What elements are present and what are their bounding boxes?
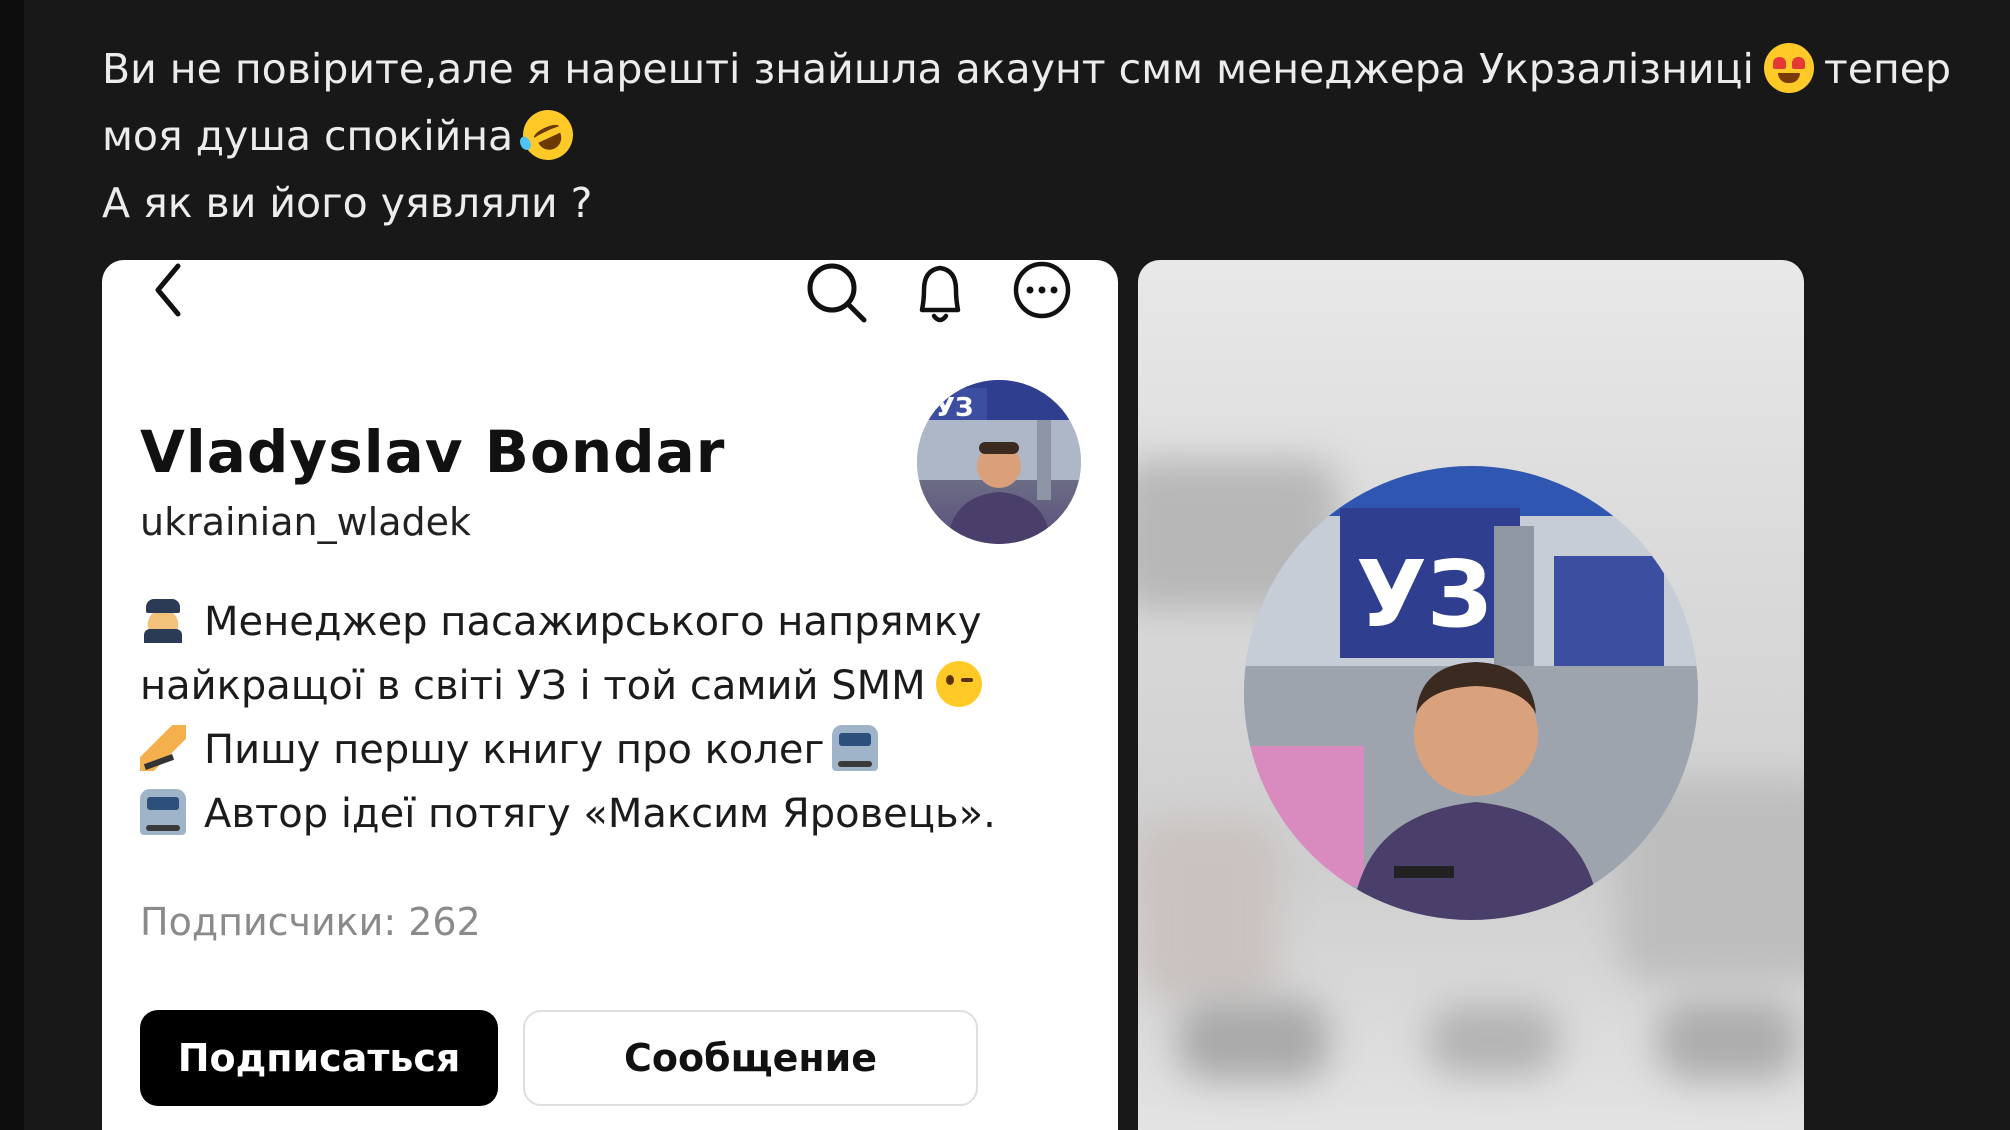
bio-line-2: найкращої в світі УЗ і той самий SMM [140, 654, 1040, 718]
avatar-large-photo: УЗ [1244, 466, 1698, 920]
bell-icon[interactable] [910, 260, 970, 328]
train-emoji-icon [832, 725, 879, 771]
post-line-1-text: Ви не повірите,але я нарешті знайшла ака… [102, 45, 1754, 93]
follow-button[interactable]: Подписаться [140, 1010, 498, 1106]
train-emoji-icon [140, 789, 186, 835]
profile-bio: Менеджер пасажирського напрямку найкращо… [140, 590, 1040, 846]
post-line-3: А як ви його уявляли ? [102, 179, 593, 227]
blur-shape [1658, 1000, 1798, 1080]
avatar-large-sign-text: УЗ [1356, 541, 1492, 648]
wink-emoji-icon [935, 661, 982, 707]
post-line-2: моя душа спокійна [102, 101, 1992, 170]
post-text: Ви не повірите,але я нарешті знайшла ака… [102, 36, 1992, 237]
post-line-2-text: моя душа спокійна [102, 112, 514, 160]
rofl-emoji-icon [514, 101, 582, 169]
more-options-icon[interactable] [1010, 260, 1074, 328]
post-line-1: Ви не повірите,але я нарешті знайшла ака… [102, 36, 1992, 103]
avatar-large: УЗ [1244, 466, 1698, 920]
bio-line-4: Автор ідеї потягу «Максим Яровець». [140, 782, 1040, 846]
bio-line-3: Пишу першу книгу про колег [140, 718, 1040, 782]
bio-line-1-text: Менеджер пасажирського напрямку [204, 599, 982, 645]
bio-line-3-text: Пишу першу книгу про колег [204, 727, 825, 773]
avatar[interactable]: УЗ [917, 380, 1081, 544]
writing-hand-emoji-icon [140, 725, 186, 771]
blur-shape [1428, 1005, 1558, 1075]
blur-shape [1138, 820, 1278, 1000]
post-line-1-end: тепер [1823, 45, 1952, 93]
blur-shape [1178, 1000, 1328, 1080]
bio-line-2-text: найкращої в світі УЗ і той самий SMM [140, 663, 926, 709]
followers-count[interactable]: Подписчики: 262 [140, 900, 481, 944]
back-arrow-icon[interactable] [144, 260, 194, 322]
message-button[interactable]: Сообщение [523, 1010, 978, 1106]
profile-name: Vladyslav Bondar [140, 418, 726, 486]
bio-line-1: Менеджер пасажирського напрямку [140, 590, 1040, 654]
pilot-emoji-icon [140, 597, 186, 643]
heart-eyes-emoji-icon [1763, 43, 1814, 93]
side-strip [0, 0, 24, 1130]
avatar-photo: УЗ [917, 380, 1081, 544]
profile-handle: ukrainian_wladek [140, 500, 471, 544]
search-icon[interactable] [802, 260, 870, 328]
avatar-sign-text: УЗ [935, 393, 974, 423]
profile-card-screenshot[interactable]: Vladyslav Bondar ukrainian_wladek УЗ Мен… [102, 260, 1118, 1130]
blurred-photo-screenshot[interactable]: УЗ [1138, 260, 1804, 1130]
bio-line-4-text: Автор ідеї потягу «Максим Яровець». [204, 791, 996, 837]
